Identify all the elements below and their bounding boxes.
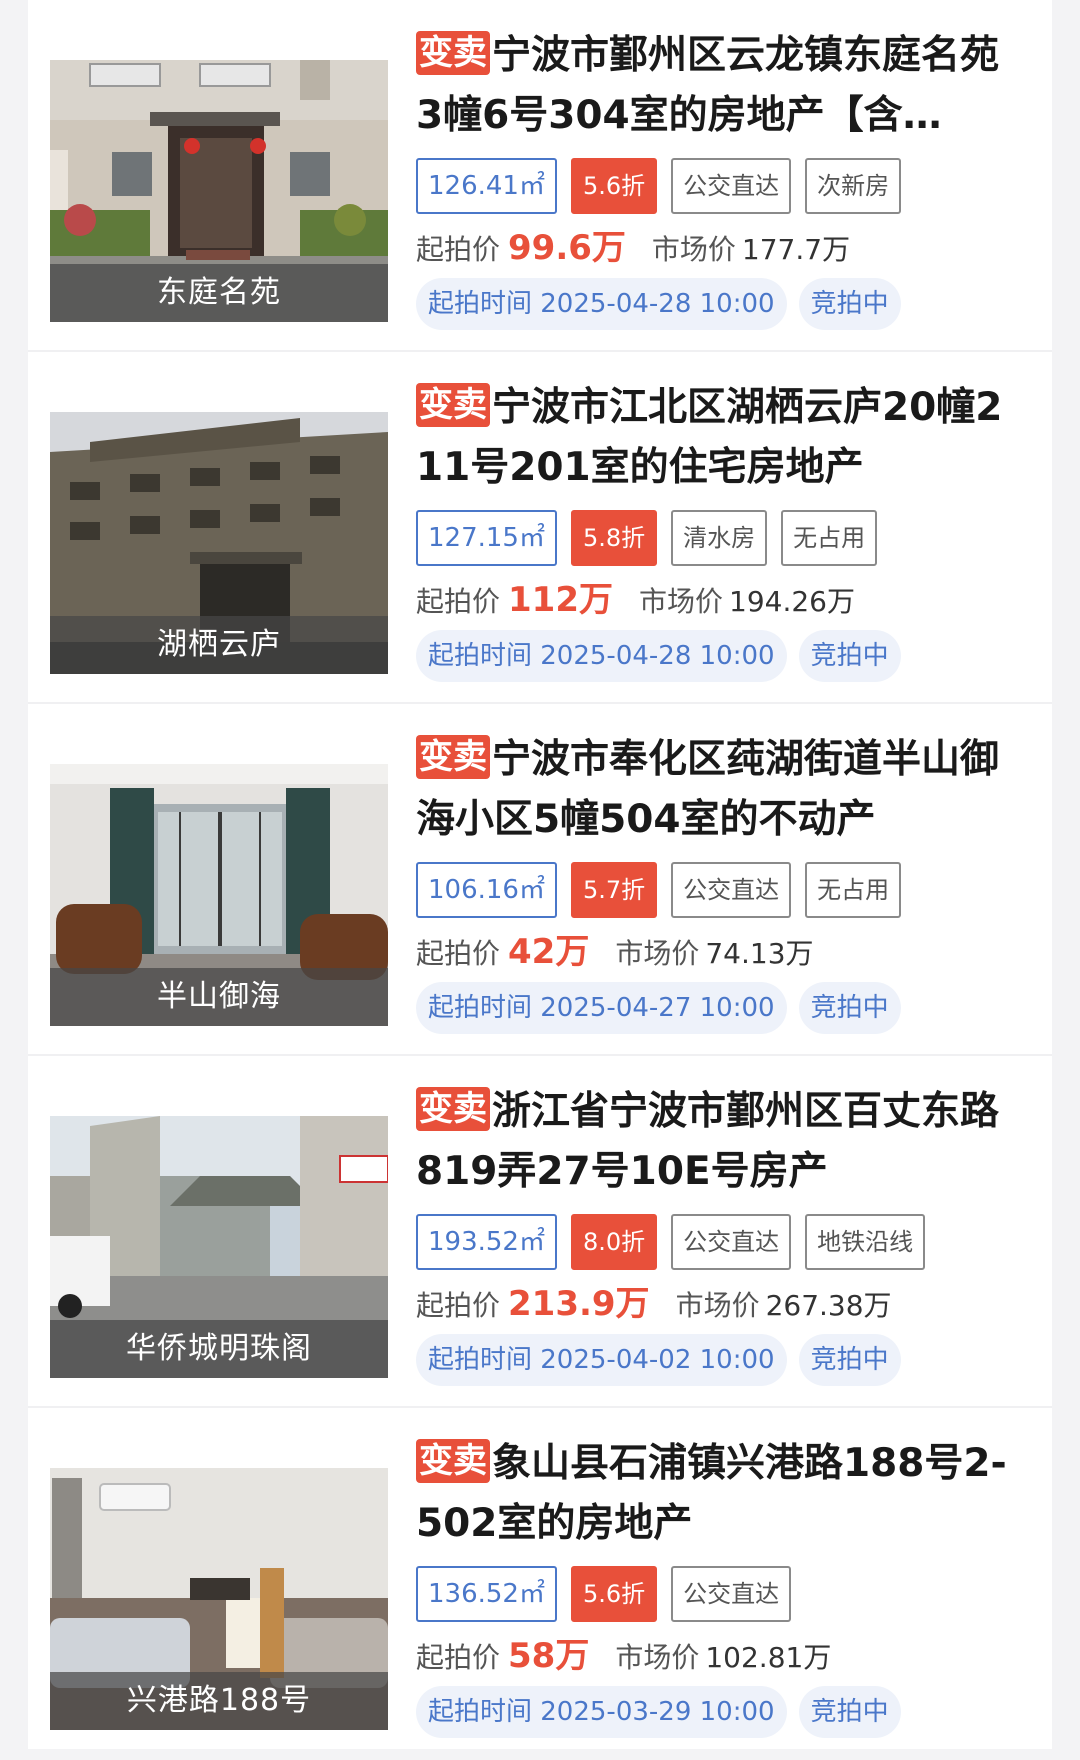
start-price-label: 起拍价 [416,585,501,618]
market-price-value: 194.26万 [729,585,855,618]
start-price-label: 起拍价 [416,1641,501,1674]
start-price-value: 112万 [508,580,613,620]
property-name-caption: 半山御海 [50,968,388,1026]
feature-tag: 公交直达 [671,862,792,918]
market-price-label: 市场价 [675,1289,760,1322]
start-time-badge: 起拍时间 2025-04-02 10:00 [416,1334,787,1386]
feature-tag: 清水房 [671,510,768,566]
listing-title[interactable]: 变卖 宁波市鄞州区云龙镇东庭名苑3幢6号304室的房地产【含… [416,26,1020,146]
property-photo[interactable]: 半山御海 [50,764,388,1026]
sale-type-badge: 变卖 [416,1087,490,1131]
feature-tag: 公交直达 [671,1214,792,1270]
start-price-value: 99.6万 [508,228,626,268]
start-price-value: 42万 [508,932,590,972]
market-price-label: 市场价 [639,585,724,618]
property-photo[interactable]: 东庭名苑 [50,60,388,322]
listing-title-text: 宁波市江北区湖栖云庐20幢211号201室的住宅房地产 [416,385,1003,490]
market-price-label: 市场价 [615,1641,700,1674]
property-name-caption: 东庭名苑 [50,264,388,322]
property-photo[interactable]: 华侨城明珠阁 [50,1116,388,1378]
feature-tags: 136.52㎡ 5.6折 公交直达 [416,1566,792,1622]
sale-type-badge: 变卖 [416,383,490,427]
start-price-label: 起拍价 [416,937,501,970]
listing-card[interactable]: 东庭名苑 变卖 宁波市鄞州区云龙镇东庭名苑3幢6号304室的房地产【含… 126.… [28,0,1052,352]
area-tag: 136.52㎡ [416,1566,557,1622]
time-row: 起拍时间 2025-04-28 10:00 竞拍中 [416,630,901,682]
time-row: 起拍时间 2025-04-02 10:00 竞拍中 [416,1334,901,1386]
feature-tags: 193.52㎡ 8.0折 公交直达 地铁沿线 [416,1214,926,1270]
market-price-value: 102.81万 [705,1641,832,1674]
time-row: 起拍时间 2025-03-29 10:00 竞拍中 [416,1686,901,1738]
sale-type-badge: 变卖 [416,735,490,779]
listing-card[interactable]: 华侨城明珠阁 变卖 浙江省宁波市鄞州区百丈东路819弄27号10E号房产 193.… [28,1056,1052,1408]
listing-title-text: 象山县石浦镇兴港路188号2-502室的房地产 [416,1441,1007,1546]
start-price-value: 213.9万 [508,1284,650,1324]
listing-title[interactable]: 变卖 宁波市奉化区莼湖街道半山御海小区5幢504室的不动产 [416,730,1020,850]
price-row: 起拍价 99.6万 市场价 177.7万 [416,226,850,270]
discount-tag: 5.7折 [570,862,658,918]
time-row: 起拍时间 2025-04-27 10:00 竞拍中 [416,982,901,1034]
feature-tag: 公交直达 [671,1566,792,1622]
property-name-caption: 湖栖云庐 [50,616,388,674]
market-price-value: 74.13万 [705,937,814,970]
market-price-value: 267.38万 [765,1289,892,1322]
feature-tag: 次新房 [805,158,902,214]
discount-tag: 8.0折 [570,1214,658,1270]
listing-card[interactable]: 兴港路188号 变卖 象山县石浦镇兴港路188号2-502室的房地产 136.52… [28,1408,1052,1760]
start-time-badge: 起拍时间 2025-04-27 10:00 [416,982,787,1034]
market-price-label: 市场价 [651,233,736,266]
price-row: 起拍价 112万 市场价 194.26万 [416,578,855,622]
feature-tags: 106.16㎡ 5.7折 公交直达 无占用 [416,862,902,918]
property-name-caption: 兴港路188号 [50,1672,388,1730]
sale-type-badge: 变卖 [416,1439,490,1483]
feature-tags: 127.15㎡ 5.8折 清水房 无占用 [416,510,878,566]
auction-status-badge: 竞拍中 [798,1686,901,1738]
listing-title[interactable]: 变卖 象山县石浦镇兴港路188号2-502室的房地产 [416,1434,1020,1554]
price-row: 起拍价 58万 市场价 102.81万 [416,1634,831,1678]
auction-status-badge: 竞拍中 [798,630,901,682]
feature-tag: 公交直达 [671,158,792,214]
listing-title[interactable]: 变卖 宁波市江北区湖栖云庐20幢211号201室的住宅房地产 [416,378,1020,498]
area-tag: 106.16㎡ [416,862,557,918]
auction-status-badge: 竞拍中 [798,1334,901,1386]
market-price-label: 市场价 [615,937,700,970]
area-tag: 126.41㎡ [416,158,557,214]
price-row: 起拍价 213.9万 市场价 267.38万 [416,1282,892,1326]
listing-card[interactable]: 湖栖云庐 变卖 宁波市江北区湖栖云庐20幢211号201室的住宅房地产 127.1… [28,352,1052,704]
auction-status-badge: 竞拍中 [798,982,901,1034]
discount-tag: 5.6折 [570,158,658,214]
start-price-value: 58万 [508,1636,590,1676]
start-price-label: 起拍价 [416,1289,501,1322]
feature-tag: 无占用 [781,510,878,566]
discount-tag: 5.8折 [570,510,658,566]
market-price-value: 177.7万 [741,233,851,266]
listing-title-text: 宁波市奉化区莼湖街道半山御海小区5幢504室的不动产 [416,737,1000,842]
area-tag: 193.52㎡ [416,1214,557,1270]
start-time-badge: 起拍时间 2025-04-28 10:00 [416,630,787,682]
discount-tag: 5.6折 [570,1566,658,1622]
time-row: 起拍时间 2025-04-28 10:00 竞拍中 [416,278,901,330]
start-time-badge: 起拍时间 2025-04-28 10:00 [416,278,787,330]
property-name-caption: 华侨城明珠阁 [50,1320,388,1378]
auction-listing: 东庭名苑 变卖 宁波市鄞州区云龙镇东庭名苑3幢6号304室的房地产【含… 126.… [28,0,1052,1749]
area-tag: 127.15㎡ [416,510,557,566]
property-photo[interactable]: 湖栖云庐 [50,412,388,674]
sale-type-badge: 变卖 [416,31,490,75]
feature-tag: 地铁沿线 [805,1214,926,1270]
auction-status-badge: 竞拍中 [798,278,901,330]
feature-tag: 无占用 [805,862,902,918]
listing-card[interactable]: 半山御海 变卖 宁波市奉化区莼湖街道半山御海小区5幢504室的不动产 106.16… [28,704,1052,1056]
property-photo[interactable]: 兴港路188号 [50,1468,388,1730]
listing-title-text: 浙江省宁波市鄞州区百丈东路819弄27号10E号房产 [416,1089,1000,1194]
feature-tags: 126.41㎡ 5.6折 公交直达 次新房 [416,158,902,214]
listing-title[interactable]: 变卖 浙江省宁波市鄞州区百丈东路819弄27号10E号房产 [416,1082,1020,1202]
listing-title-text: 宁波市鄞州区云龙镇东庭名苑3幢6号304室的房地产【含… [416,33,1000,138]
start-price-label: 起拍价 [416,233,501,266]
price-row: 起拍价 42万 市场价 74.13万 [416,930,814,974]
start-time-badge: 起拍时间 2025-03-29 10:00 [416,1686,787,1738]
